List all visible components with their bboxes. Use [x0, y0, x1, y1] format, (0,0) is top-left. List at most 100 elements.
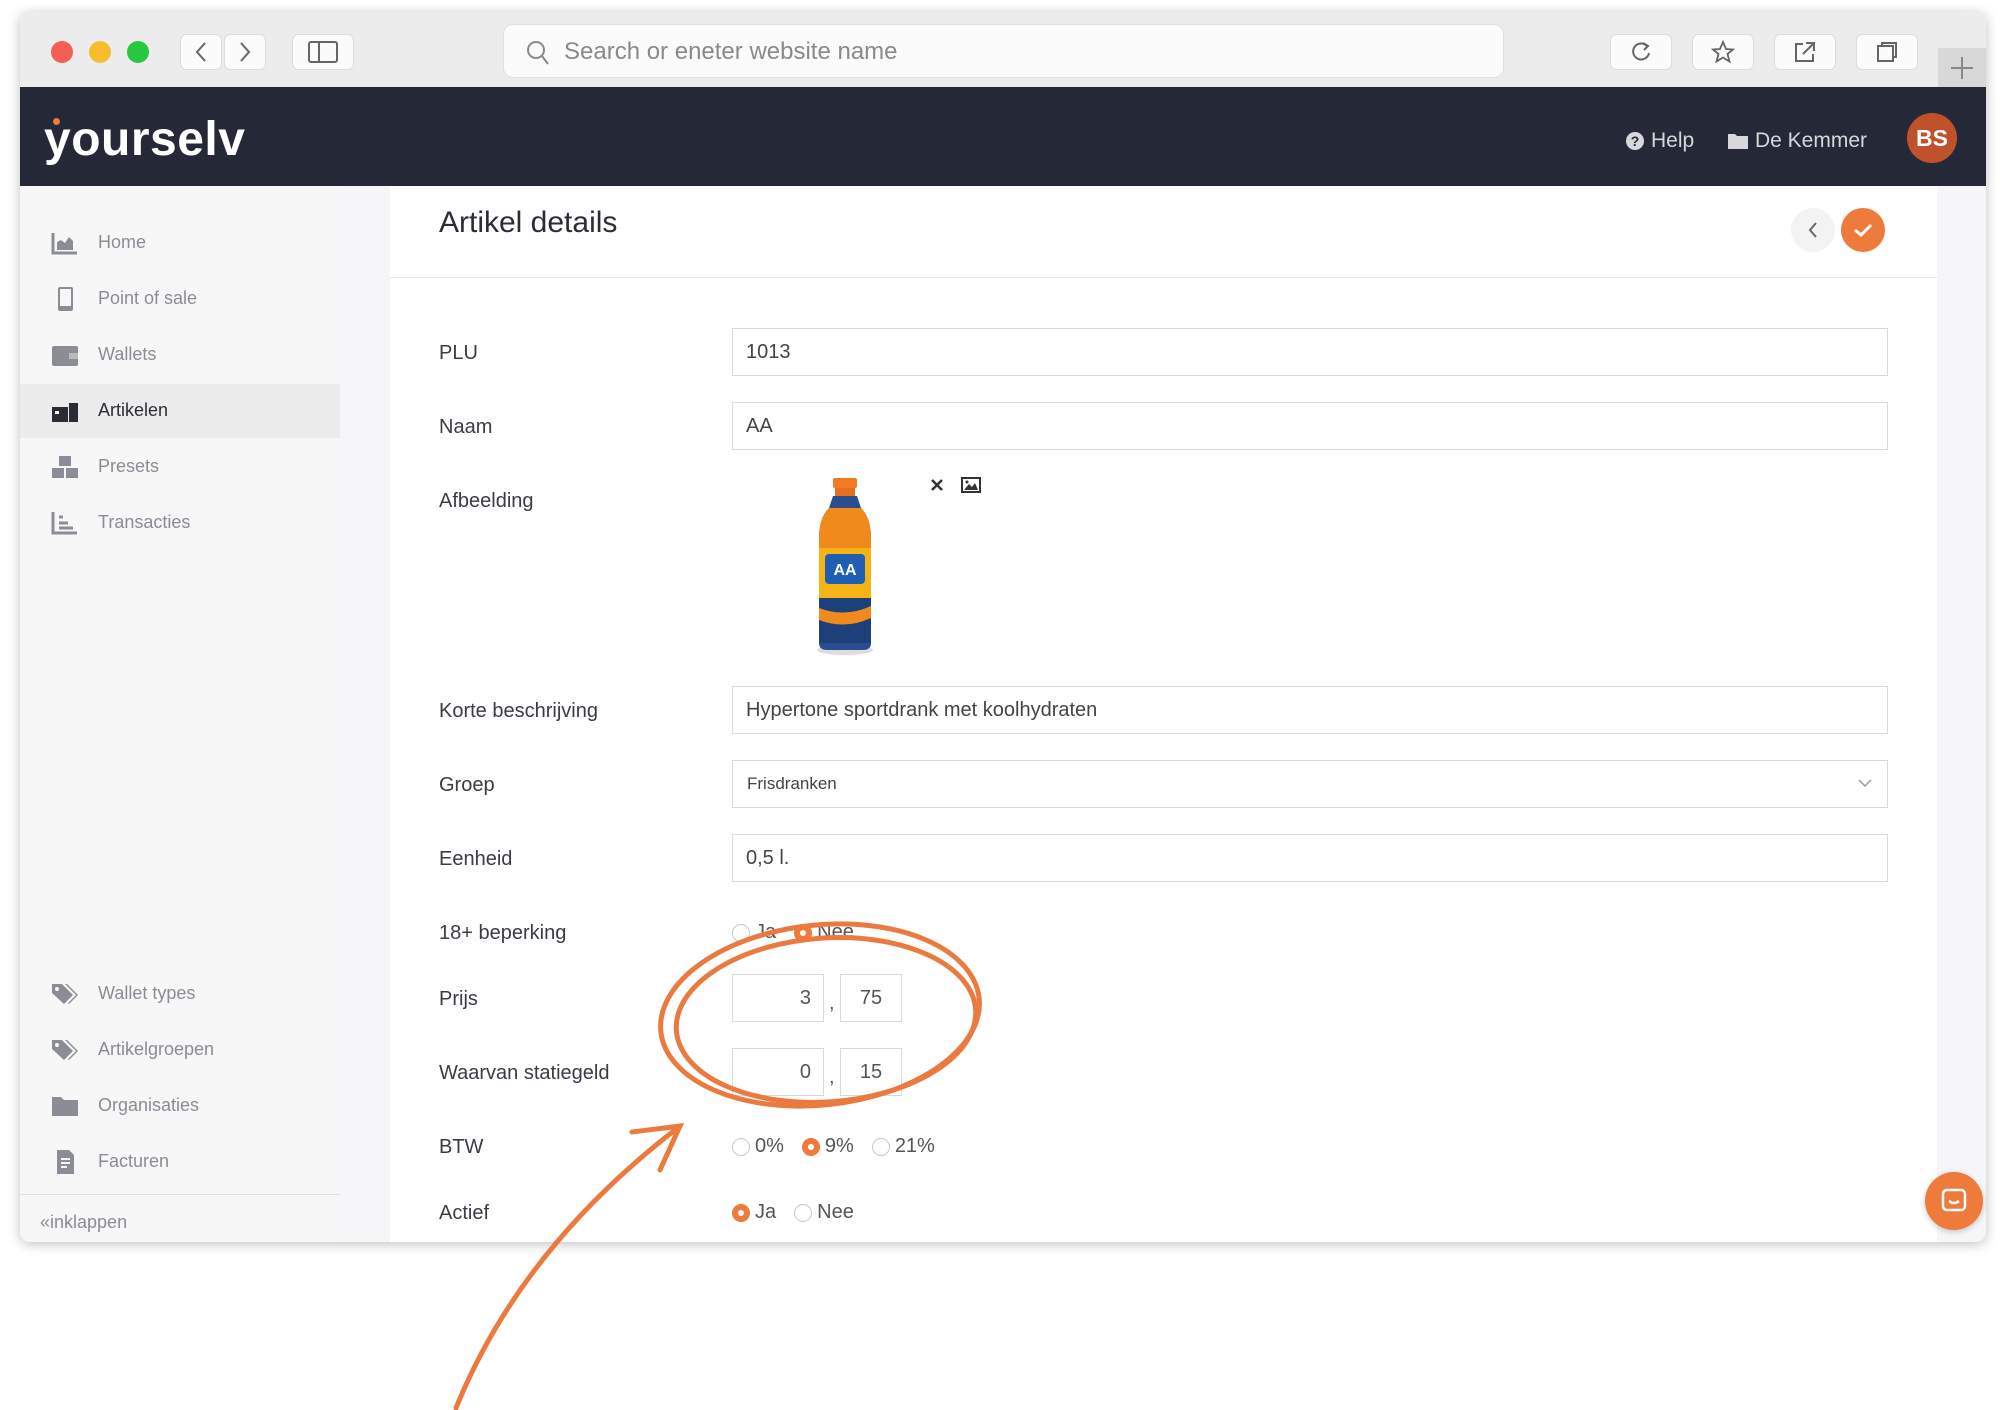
radio-button[interactable]	[732, 1137, 750, 1156]
app-header: yourselv ? Help De Kemmer BS	[20, 87, 1986, 186]
sidebar-item-organisaties[interactable]: Organisaties	[20, 1079, 340, 1133]
plu-label: PLU	[439, 342, 478, 364]
statiegeld-cents-input[interactable]	[840, 1048, 902, 1096]
tabs-overview-button[interactable]	[1856, 34, 1918, 70]
statiegeld-label: Waarvan statiegeld	[439, 1062, 610, 1084]
naam-label: Naam	[439, 416, 493, 438]
back-button[interactable]	[1791, 208, 1835, 252]
sidebar-item-label: Wallets	[98, 344, 157, 364]
decimal-separator: ,	[829, 1066, 835, 1088]
question-icon: ?	[1626, 132, 1644, 150]
tags-icon	[52, 984, 78, 1004]
eenheid-label: Eenheid	[439, 848, 513, 870]
chevron-right-icon	[240, 42, 251, 62]
sidebar-item-facturen[interactable]: Facturen	[20, 1135, 340, 1189]
sidebar-item-wallets[interactable]: Wallets	[20, 328, 340, 382]
collapse-sidebar-button[interactable]: «inklappen	[40, 1212, 127, 1233]
afbeelding-label: Afbeelding	[439, 490, 534, 512]
leeftijd-option-nee[interactable]: Nee	[794, 921, 854, 944]
close-window-button[interactable]	[51, 41, 73, 63]
sidebar-item-label: Transacties	[98, 512, 191, 532]
share-button[interactable]	[1774, 34, 1836, 70]
browser-back-button[interactable]	[180, 34, 222, 70]
help-label: Help	[1651, 129, 1695, 152]
sidebar-icon	[308, 41, 338, 63]
chevron-left-icon	[1808, 222, 1817, 238]
upload-image-icon[interactable]	[960, 475, 982, 495]
leeftijd-radio-group: Ja Nee	[732, 921, 872, 944]
minimize-window-button[interactable]	[89, 41, 111, 63]
sidebar-item-artikelen[interactable]: Artikelen	[20, 384, 340, 438]
naam-input[interactable]	[732, 402, 1888, 450]
sidebar-item-point-of-sale[interactable]: Point of sale	[20, 272, 340, 326]
sidebar-item-label: Organisaties	[98, 1095, 200, 1115]
sidebar-item-wallet-types[interactable]: Wallet types	[20, 967, 340, 1021]
actief-radio-group: Ja Nee	[732, 1201, 872, 1224]
chat-launcher-button[interactable]	[1925, 1172, 1983, 1230]
bookmark-button[interactable]	[1692, 34, 1754, 70]
radio-button-selected[interactable]	[801, 1137, 820, 1156]
browser-window: yourselv ? Help De Kemmer BS Home Point …	[20, 12, 1986, 1242]
reload-icon	[1632, 42, 1650, 61]
app-logo[interactable]: yourselv	[44, 112, 245, 167]
collapse-label: inklappen	[50, 1212, 128, 1232]
btw-option-0[interactable]: 0%	[732, 1135, 784, 1158]
leeftijd-option-ja[interactable]: Ja	[732, 921, 776, 944]
chevron-left-icon	[195, 42, 206, 62]
actief-option-ja[interactable]: Ja	[732, 1201, 776, 1224]
stairs-chart-icon	[51, 512, 77, 535]
radio-button-selected[interactable]	[732, 1203, 750, 1222]
chart-icon	[51, 233, 77, 255]
radio-button[interactable]	[794, 1203, 813, 1222]
help-link[interactable]: ? Help	[1625, 129, 1694, 153]
product-image: AA	[795, 478, 895, 658]
save-button[interactable]	[1841, 208, 1885, 252]
new-tab-button[interactable]	[1938, 48, 1986, 88]
korte-beschrijving-input[interactable]	[732, 686, 1888, 734]
prijs-euros-input[interactable]	[732, 974, 824, 1022]
prijs-label: Prijs	[439, 988, 478, 1010]
sidebar-item-presets[interactable]: Presets	[20, 440, 340, 494]
groep-select[interactable]: Frisdranken	[732, 760, 1888, 808]
sidebar-item-transacties[interactable]: Transacties	[20, 496, 340, 550]
actief-label: Actief	[439, 1202, 490, 1224]
eenheid-input[interactable]	[732, 834, 1888, 882]
articles-icon	[52, 403, 78, 422]
svg-text:?: ?	[1631, 133, 1640, 149]
remove-image-icon[interactable]	[929, 477, 945, 493]
double-chevron-left-icon: «	[40, 1212, 51, 1232]
korte-beschrijving-label: Korte beschrijving	[439, 700, 598, 722]
chevron-down-icon	[1858, 779, 1872, 788]
maximize-window-button[interactable]	[127, 41, 149, 63]
btw-option-9[interactable]: 9%	[801, 1135, 854, 1158]
radio-button-selected[interactable]	[794, 923, 813, 942]
actief-option-nee[interactable]: Nee	[794, 1201, 854, 1224]
browser-toolbar	[20, 12, 1986, 88]
page-title: Artikel details	[439, 206, 618, 239]
check-icon	[1854, 223, 1873, 238]
leeftijd-label: 18+ beperking	[439, 922, 567, 944]
user-avatar[interactable]: BS	[1907, 113, 1957, 163]
sidebar-item-artikelgroepen[interactable]: Artikelgroepen	[20, 1023, 340, 1077]
sidebar-item-label: Artikelen	[98, 400, 169, 420]
organisation-link[interactable]: De Kemmer	[1727, 129, 1867, 153]
radio-label: Nee	[817, 921, 854, 943]
browser-forward-button[interactable]	[224, 34, 266, 70]
decimal-separator: ,	[829, 992, 835, 1014]
url-input[interactable]	[562, 35, 1466, 69]
organisation-label: De Kemmer	[1755, 129, 1868, 152]
prijs-cents-input[interactable]	[840, 974, 902, 1022]
address-bar[interactable]	[503, 24, 1504, 78]
sidebar-toggle-button[interactable]	[292, 34, 354, 70]
radio-button[interactable]	[732, 923, 750, 942]
plu-input[interactable]	[732, 328, 1888, 376]
sidebar-item-home[interactable]: Home	[20, 216, 340, 270]
statiegeld-euros-input[interactable]	[732, 1048, 824, 1096]
btw-option-21[interactable]: 21%	[871, 1135, 935, 1158]
wallet-icon	[52, 346, 78, 366]
btw-label: BTW	[439, 1136, 484, 1158]
invoice-icon	[57, 1150, 74, 1174]
reload-button[interactable]	[1610, 34, 1672, 70]
sidebar-divider	[20, 1194, 340, 1195]
radio-button[interactable]	[871, 1137, 890, 1156]
